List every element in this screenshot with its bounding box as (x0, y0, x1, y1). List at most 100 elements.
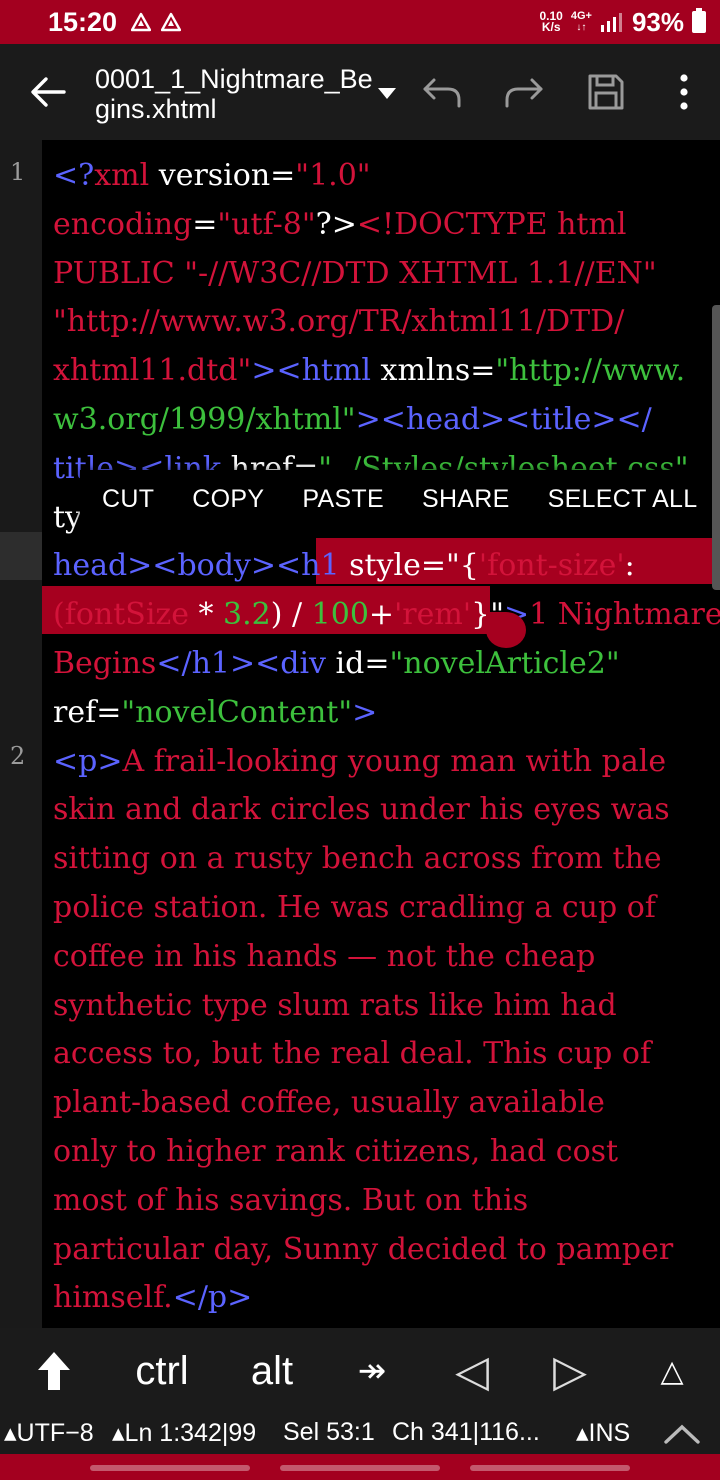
ctrl-key[interactable]: ctrl (120, 1328, 204, 1414)
redo-icon[interactable] (502, 70, 546, 114)
code-token: <? (53, 158, 95, 193)
warning-triangle-icon (131, 12, 152, 32)
warning-triangle-icon (161, 12, 182, 32)
selection-handle[interactable] (486, 612, 526, 648)
selection-indicator: Sel 53:1 (283, 1418, 375, 1446)
more-options-icon[interactable] (664, 70, 704, 114)
code-token: encoding (53, 206, 193, 242)
nav-home[interactable] (280, 1465, 440, 1471)
code-token: style (339, 548, 421, 584)
line-number: 2 (10, 742, 26, 770)
extra-keys-bar: ctrl alt ↠ ◁ ▷ △ (0, 1328, 720, 1414)
code-token: "http://www. (495, 353, 686, 389)
code-line[interactable]: sitting on a rusty bench across from the (53, 835, 708, 884)
code-token: = (470, 353, 496, 389)
line-gutter (0, 140, 42, 1328)
code-token: police station. He was cradling a cup of (53, 889, 656, 925)
code-line[interactable]: "http://www.w3.org/TR/xhtml11/DTD/ (53, 298, 708, 347)
save-icon[interactable] (584, 70, 628, 114)
code-token: "utf-8" (217, 206, 316, 242)
share-menu-item[interactable]: SHARE (422, 485, 510, 514)
code-line[interactable]: xhtml11.dtd"><html xmlns="http://www. (53, 347, 708, 396)
code-line[interactable]: <?xml version="1.0" (53, 152, 708, 201)
up-arrow-key[interactable]: △ (652, 1328, 692, 1414)
code-token: 100 (311, 597, 369, 633)
file-name[interactable]: 0001_1_Nightmare_Begins.xhtml (95, 64, 375, 124)
insert-mode-indicator[interactable]: ▴INS (576, 1418, 630, 1448)
code-line[interactable]: (fontSize * 3.2) / 100+'rem'}">1 Nightma… (53, 591, 720, 640)
code-token: himself. (53, 1280, 173, 1316)
code-line[interactable]: ref="novelContent"> (53, 689, 708, 738)
cut-menu-item[interactable]: CUT (102, 485, 154, 514)
nav-back[interactable] (470, 1465, 630, 1471)
code-token: : (624, 548, 635, 584)
code-token: <!DOCTYPE html (356, 206, 627, 242)
code-token: 1 Nightmare (529, 597, 720, 633)
chevron-down-icon[interactable] (376, 82, 398, 104)
code-token: * (188, 597, 224, 633)
copy-menu-item[interactable]: COPY (192, 485, 264, 514)
back-arrow-icon[interactable] (28, 72, 68, 112)
code-line[interactable]: synthetic type slum rats like him had (53, 982, 708, 1031)
code-line[interactable]: PUBLIC "-//W3C//DTD XHTML 1.1//EN" (53, 250, 708, 299)
select-all-menu-item[interactable]: SELECT ALL (548, 485, 698, 514)
code-token: w3.org/1999/xhtml" (53, 401, 356, 437)
code-line[interactable]: coffee in his hands — not the cheap (53, 933, 708, 982)
battery-percent: 93% (631, 6, 684, 37)
code-token: id (326, 645, 365, 681)
code-token: <p> (53, 743, 123, 779)
code-line[interactable]: most of his savings. But on this (53, 1177, 708, 1226)
code-token: "http://www.w3.org/TR/xhtml11/DTD/ (53, 304, 625, 340)
code-line[interactable]: access to, but the real deal. This cup o… (53, 1030, 708, 1079)
right-arrow-key[interactable]: ▷ (544, 1328, 596, 1414)
char-indicator: Ch 341|116... (392, 1418, 540, 1446)
signal-icon (600, 13, 622, 32)
code-line[interactable]: skin and dark circles under his eyes was (53, 786, 708, 835)
encoding-indicator[interactable]: ▴UTF−8 (4, 1418, 94, 1448)
code-token: ty (53, 499, 83, 535)
text-context-menu: CUT COPY PASTE SHARE SELECT ALL (80, 470, 700, 528)
line-indicator[interactable]: ▴Ln 1:342|99 (112, 1418, 256, 1448)
left-arrow-key[interactable]: ◁ (446, 1328, 498, 1414)
scrollbar-thumb[interactable] (712, 305, 720, 590)
code-token: fontSize (64, 597, 189, 633)
code-token: xhtml11.dtd" (53, 353, 252, 389)
shift-key[interactable] (28, 1328, 80, 1414)
line-number: 1 (10, 158, 26, 186)
current-line-highlight (0, 532, 42, 580)
undo-icon[interactable] (420, 70, 464, 114)
code-token: "novelContent" (121, 694, 353, 730)
code-token: 'font-size' (478, 548, 625, 584)
net-speed: 0.10 K/s (539, 9, 563, 34)
code-line[interactable]: particular day, Sunny decided to pamper (53, 1226, 708, 1275)
code-token: + (368, 597, 395, 633)
code-line[interactable]: himself.</p> (53, 1274, 708, 1323)
alt-key[interactable]: alt (232, 1328, 312, 1414)
chevron-up-icon[interactable] (662, 1422, 702, 1446)
code-editor[interactable]: 1 2 <?xml version="1.0" encoding="utf-8"?… (0, 140, 720, 1328)
paste-menu-item[interactable]: PASTE (302, 485, 384, 514)
status-time: 15:20 (48, 6, 118, 37)
code-token: A frail-looking young man with pale (122, 743, 667, 779)
code-token: 3.2 (223, 597, 271, 633)
code-token: synthetic type slum rats like him had (53, 987, 617, 1023)
tab-key[interactable]: ↠ (348, 1328, 396, 1414)
code-token: </p> (172, 1280, 253, 1316)
code-token: = (364, 645, 390, 681)
code-token: plant-based coffee, usually available (53, 1085, 605, 1121)
editor-toolbar: 0001_1_Nightmare_Begins.xhtml (0, 44, 720, 140)
code-line[interactable]: w3.org/1999/xhtml"><head><title></ (53, 396, 708, 445)
code-line[interactable]: only to higher rank citizens, had cost (53, 1128, 708, 1177)
code-line[interactable]: Begins</h1><div id="novelArticle2" (53, 640, 708, 689)
code-line[interactable]: head><body><h1 style="{'font-size': (53, 542, 708, 591)
code-line[interactable]: <p>A frail-looking young man with pale (53, 738, 708, 787)
status-info-bar: ▴UTF−8 ▴Ln 1:342|99 Sel 53:1 Ch 341|116.… (0, 1414, 720, 1454)
code-line[interactable]: plant-based coffee, usually available (53, 1079, 708, 1128)
code-token: sitting on a rusty bench across from the (53, 841, 662, 877)
code-token: Begins (53, 645, 157, 681)
nav-recents[interactable] (90, 1465, 250, 1471)
code-line[interactable]: encoding="utf-8"?><!DOCTYPE html (53, 201, 708, 250)
code-token: ><head><title></ (355, 401, 652, 437)
code-content[interactable]: <?xml version="1.0" encoding="utf-8"?><!D… (53, 152, 720, 1328)
code-line[interactable]: police station. He was cradling a cup of (53, 884, 708, 933)
